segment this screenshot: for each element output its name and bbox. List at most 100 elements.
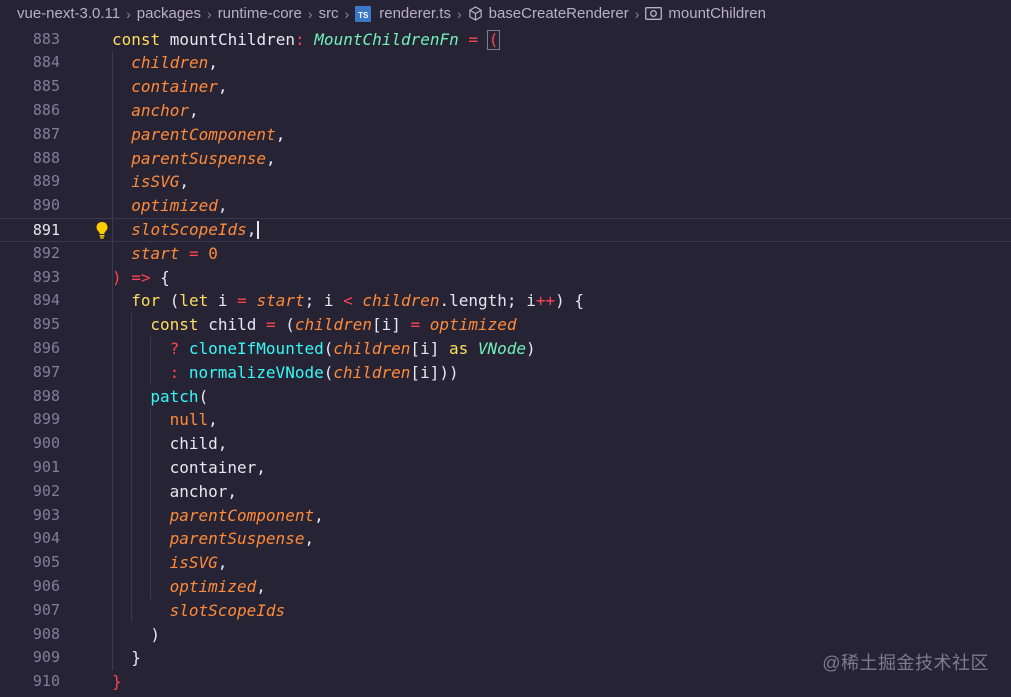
code-token: , (227, 481, 238, 501)
code-line[interactable]: 901 container, (0, 456, 1011, 480)
code-token: children (333, 362, 411, 382)
breadcrumb-symbol-label: mountChildren (668, 5, 766, 22)
code-token: const (112, 29, 170, 49)
code-token: mountChildren (169, 29, 296, 49)
code-line[interactable]: 891 slotScopeIds, (0, 217, 1011, 242)
code-text: } (131, 646, 141, 670)
code-token: const (150, 315, 209, 335)
breadcrumb-item-src[interactable]: src (319, 5, 339, 22)
code-line[interactable]: 898 patch( (0, 385, 1011, 409)
code-token: = (458, 29, 488, 49)
code-line[interactable]: 894 for (let i = start; i < children.leng… (0, 289, 1011, 313)
code-line[interactable]: 887 parentComponent, (0, 123, 1011, 147)
code-token: MountChildrenFn (314, 29, 459, 49)
code-editor[interactable]: 883 const mountChildren: MountChildrenFn … (0, 27, 1011, 697)
code-token: ) (526, 338, 536, 358)
breadcrumb-item-file[interactable]: TS renderer.ts (355, 5, 451, 22)
code-line[interactable]: 895 const child = (children[i] = optimize… (0, 313, 1011, 337)
variable-symbol-icon (645, 7, 663, 20)
code-token: i (526, 291, 536, 311)
code-token: : (169, 362, 189, 382)
code-line[interactable]: 885 container, (0, 75, 1011, 99)
line-number: 897 (32, 362, 60, 381)
code-line[interactable]: 899 null, (0, 408, 1011, 432)
code-text: const mountChildren: MountChildrenFn = ( (112, 28, 501, 52)
code-token: start (131, 243, 180, 263)
code-text: container, (131, 75, 227, 99)
lightbulb-icon[interactable] (94, 219, 110, 241)
code-line[interactable]: 903 parentComponent, (0, 504, 1011, 528)
code-line[interactable]: 888 parentSuspense, (0, 147, 1011, 171)
code-token: child (169, 434, 218, 454)
code-line[interactable]: 902 anchor, (0, 480, 1011, 504)
code-token: VNode (477, 338, 527, 358)
code-token: ] (429, 338, 449, 358)
code-line[interactable]: 900 child, (0, 432, 1011, 456)
code-text: parentSuspense, (170, 527, 315, 551)
code-line[interactable]: 893 ) => { (0, 266, 1011, 290)
code-line[interactable]: 908) (0, 623, 1011, 647)
code-line[interactable]: 896? cloneIfMounted(children[i] as VNode… (0, 337, 1011, 361)
code-text: const child = (children[i] = optimized (150, 313, 516, 337)
code-token: parentSuspense (169, 529, 305, 549)
code-token: i (217, 291, 228, 311)
code-token: , (217, 553, 228, 573)
line-number: 895 (32, 315, 60, 334)
code-token: { (574, 291, 584, 311)
code-token: parentSuspense (131, 148, 267, 168)
code-line[interactable]: 886 anchor, (0, 99, 1011, 123)
breadcrumb-item-symbol[interactable]: mountChildren (645, 5, 766, 22)
code-token: children (362, 291, 440, 311)
code-token: , (179, 172, 189, 192)
code-line[interactable]: 889 isSVG, (0, 170, 1011, 194)
code-text: container, (170, 456, 266, 480)
code-text: } (112, 670, 122, 694)
code-line[interactable]: 897: normalizeVNode(children[i])) (0, 361, 1011, 385)
breadcrumb-item-function[interactable]: baseCreateRenderer (468, 5, 629, 22)
code-text: parentSuspense, (131, 147, 276, 171)
code-token: ; (304, 291, 324, 311)
typescript-file-icon: TS (355, 5, 372, 22)
line-number: 893 (32, 267, 60, 286)
code-token: ( (285, 315, 295, 335)
code-line[interactable]: 883 const mountChildren: MountChildrenFn … (0, 28, 1011, 52)
line-number: 909 (32, 648, 60, 667)
code-text: for (let i = start; i < children.length;… (131, 289, 584, 313)
code-text: parentComponent, (170, 504, 324, 528)
code-token: parentComponent (169, 505, 315, 525)
text-cursor (257, 221, 260, 240)
code-line[interactable]: 906 optimized, (0, 575, 1011, 599)
breadcrumb-item-runtime-core[interactable]: runtime-core (218, 5, 302, 22)
code-token: , (246, 219, 257, 239)
line-number: 896 (32, 338, 60, 357)
line-number: 884 (32, 53, 60, 72)
code-line[interactable]: 904 parentSuspense, (0, 527, 1011, 551)
code-text: start = 0 (131, 242, 218, 266)
line-number: 888 (32, 148, 60, 167)
breadcrumb-item-packages[interactable]: packages (137, 5, 201, 22)
watermark: @稀土掘金技术社区 (822, 653, 989, 673)
breadcrumb-item-root[interactable]: vue-next-3.0.11 (0, 5, 120, 22)
code-token: .length; (439, 291, 527, 311)
code-token: => (121, 267, 161, 287)
code-token: start (256, 291, 305, 311)
line-number: 892 (32, 243, 60, 262)
code-token: cloneIfMounted (188, 338, 324, 358)
code-token: ( (323, 362, 334, 382)
code-token: } (131, 648, 141, 668)
code-line[interactable]: 907 slotScopeIds (0, 599, 1011, 623)
code-line[interactable]: 884 children, (0, 51, 1011, 75)
chevron-right-icon: › (456, 5, 462, 22)
code-token: ( (323, 338, 334, 358)
code-token: i (323, 291, 334, 311)
code-text: children, (131, 51, 218, 75)
code-line[interactable]: 905 isSVG, (0, 551, 1011, 575)
code-token: , (266, 148, 276, 168)
line-number: 904 (32, 529, 60, 548)
code-text: slotScopeIds (170, 599, 286, 623)
code-text: ) => { (112, 266, 170, 290)
code-token: 0 (208, 243, 218, 263)
code-line[interactable]: 892 start = 0 (0, 242, 1011, 266)
code-line[interactable]: 890 optimized, (0, 194, 1011, 218)
code-token: ( (486, 29, 501, 50)
